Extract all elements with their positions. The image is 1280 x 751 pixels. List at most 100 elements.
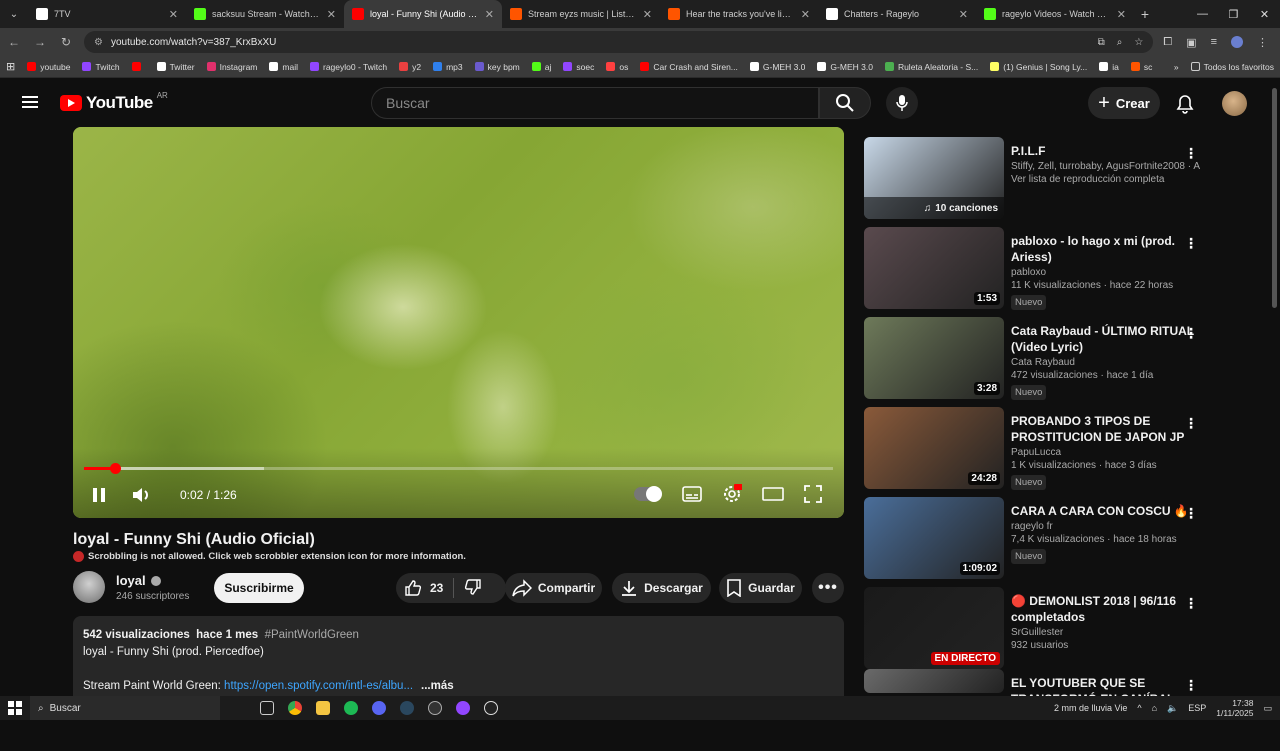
menu-icon[interactable] — [22, 96, 38, 108]
media-icon[interactable]: ≡ — [1211, 36, 1217, 49]
fullscreen-icon[interactable] — [804, 485, 822, 503]
video-channel[interactable]: Stiffy, Zell, turrobaby, AgusFortnite200… — [1011, 161, 1201, 172]
bookmark-item[interactable]: mail — [269, 62, 298, 72]
bookmark-item[interactable]: Twitch — [82, 62, 120, 72]
recommended-video[interactable]: 1:53 pabloxo - lo hago x mi (prod. Ariess… — [864, 227, 1204, 310]
video-menu-icon[interactable]: ⋮ — [1184, 145, 1198, 162]
tab-close-icon[interactable]: ✕ — [959, 8, 968, 21]
recommended-video[interactable]: 1:09:02 CARA A CARA CON COSCU 🔥 rageylo fr… — [864, 497, 1204, 579]
video-menu-icon[interactable]: ⋮ — [1184, 677, 1198, 694]
bookmark-item[interactable]: soec — [563, 62, 594, 72]
clock[interactable]: 17:38 1/11/2025 — [1216, 698, 1253, 718]
video-channel[interactable]: Cata Raybaud — [1011, 357, 1201, 368]
bookmark-item[interactable]: Car Crash and Siren... — [640, 62, 738, 72]
browser-tab[interactable]: 7TV ✕ — [28, 0, 186, 28]
bookmark-item[interactable]: ia — [1099, 62, 1119, 72]
video-title[interactable]: Cata Raybaud - ÚLTIMO RITUAL (Video Lyri… — [1011, 323, 1201, 355]
bookmark-item[interactable]: Instagram — [206, 62, 257, 72]
tab-search-chevron-icon[interactable]: ⌄ — [0, 0, 28, 28]
start-button[interactable] — [0, 701, 30, 715]
video-thumbnail[interactable]: 24:28 — [864, 407, 1004, 489]
video-channel[interactable]: PapuLucca — [1011, 447, 1201, 458]
browser-tab[interactable]: Hear the tracks you've liked: on ✕ — [660, 0, 818, 28]
new-tab-button[interactable]: + — [1134, 6, 1156, 22]
create-button[interactable]: + Crear — [1088, 87, 1160, 119]
video-menu-icon[interactable]: ⋮ — [1184, 235, 1198, 252]
task-view-icon[interactable] — [260, 701, 274, 715]
install-icon[interactable]: ⧉ — [1098, 37, 1105, 48]
share-button[interactable]: Compartir — [505, 573, 602, 603]
download-button[interactable]: Descargar — [612, 573, 711, 603]
dislike-button[interactable] — [454, 578, 482, 599]
settings-gear-icon[interactable] — [722, 484, 742, 504]
video-thumbnail[interactable]: 1:53 — [864, 227, 1004, 309]
description-box[interactable]: 542 visualizaciones hace 1 mes #PaintWor… — [73, 616, 844, 706]
subscribe-button[interactable]: Suscribirme — [214, 573, 304, 603]
video-thumbnail[interactable] — [864, 669, 1004, 693]
tab-close-icon[interactable]: ✕ — [327, 8, 336, 21]
browser-tab[interactable]: Chatters - Rageylo ✕ — [818, 0, 976, 28]
back-icon[interactable]: ← — [6, 35, 22, 49]
bookmark-item[interactable]: aj — [531, 62, 551, 72]
notification-center-icon[interactable]: ▭ — [1263, 703, 1272, 714]
account-avatar[interactable] — [1222, 91, 1247, 116]
bookmark-item[interactable]: key bpm — [474, 62, 520, 72]
bookmark-item[interactable]: os — [606, 62, 628, 72]
discord-icon[interactable] — [372, 701, 386, 715]
media-player-icon[interactable] — [428, 701, 442, 715]
channel-avatar[interactable] — [73, 571, 105, 603]
video-menu-icon[interactable]: ⋮ — [1184, 415, 1198, 432]
weather-text[interactable]: 2 mm de lluvia Vie — [1054, 703, 1127, 713]
browser-tab[interactable]: loyal - Funny Shi (Audio Of... ✕ — [344, 0, 502, 28]
zoom-icon[interactable]: ⌕ — [1117, 37, 1123, 48]
subtitles-icon[interactable] — [682, 486, 702, 502]
browser-tab[interactable]: sacksuu Stream - Watch Live on ✕ — [186, 0, 344, 28]
theater-mode-icon[interactable] — [762, 486, 784, 502]
recommended-video[interactable]: 3:28 Cata Raybaud - ÚLTIMO RITUAL (Video … — [864, 317, 1204, 400]
twitch-app-icon[interactable] — [456, 701, 470, 715]
video-player[interactable]: 0:02 / 1:26 — [73, 127, 844, 518]
browser-menu-icon[interactable]: ⋮ — [1257, 36, 1268, 49]
bookmark-item[interactable]: Twitter — [156, 62, 195, 72]
bookmark-item[interactable]: G-MEH 3.0 — [817, 62, 873, 72]
youtube-logo[interactable]: YouTube AR — [60, 91, 168, 113]
profile-icon[interactable] — [1231, 35, 1243, 48]
voice-search-button[interactable] — [886, 87, 918, 119]
bookmark-item[interactable]: youtube — [27, 62, 70, 72]
volume-button[interactable] — [131, 482, 153, 508]
bookmark-item[interactable]: (1) Genius | Song Ly... — [990, 62, 1087, 72]
taskbar-search[interactable]: ⌕ Buscar — [30, 696, 220, 720]
tab-groups-icon[interactable]: ▣ — [1186, 36, 1196, 49]
search-button[interactable] — [819, 87, 871, 119]
video-channel[interactable]: pabloxo — [1011, 267, 1201, 278]
tray-chevron-icon[interactable]: ^ — [1137, 703, 1141, 713]
recommended-video[interactable]: 24:28 PROBANDO 3 TIPOS DE PROSTITUCION DE… — [864, 407, 1204, 490]
video-title[interactable]: CARA A CARA CON COSCU 🔥 — [1011, 503, 1201, 519]
like-button[interactable]: 23 — [396, 578, 455, 598]
recommended-video[interactable]: EN DIRECTO 🔴 DEMONLIST 2018 | 96/116 comp… — [864, 587, 1204, 669]
spotify-link[interactable]: https://open.spotify.com/intl-es/albu... — [224, 680, 413, 692]
site-info-icon[interactable]: ⚙ — [94, 37, 103, 48]
extensions-icon[interactable]: ⧠ — [1163, 36, 1172, 49]
apps-grid-icon[interactable]: ⊞ — [6, 60, 15, 73]
bookmark-star-icon[interactable]: ☆ — [1134, 37, 1143, 48]
bookmark-item[interactable]: y2 — [399, 62, 421, 72]
browser-tab[interactable]: rageylo Videos - Watch On-De ✕ — [976, 0, 1134, 28]
address-bar[interactable]: ⚙ youtube.com/watch?v=387_KrxBxXU ⧉ ⌕ ☆ — [84, 31, 1154, 53]
tab-close-icon[interactable]: ✕ — [643, 8, 652, 21]
bookmark-item[interactable]: rageylo0 - Twitch — [309, 62, 387, 72]
video-thumbnail[interactable]: 1:09:02 — [864, 497, 1004, 579]
video-title[interactable]: pabloxo - lo hago x mi (prod. Ariess) — [1011, 233, 1201, 265]
bookmark-item[interactable]: sc — [1130, 62, 1152, 72]
show-more-button[interactable]: ...más — [421, 680, 454, 692]
autoplay-toggle[interactable] — [634, 486, 662, 502]
obs-icon[interactable] — [484, 701, 498, 715]
bookmark-item[interactable]: mp3 — [433, 62, 463, 72]
tab-close-icon[interactable]: ✕ — [1117, 8, 1126, 21]
channel-name-link[interactable]: loyal — [116, 573, 161, 588]
file-explorer-icon[interactable] — [316, 701, 330, 715]
video-thumbnail[interactable]: EN DIRECTO — [864, 587, 1004, 669]
hashtag-link[interactable]: #PaintWorldGreen — [265, 629, 359, 641]
more-actions-button[interactable]: ••• — [812, 573, 844, 603]
tab-close-icon[interactable]: ✕ — [169, 8, 178, 21]
